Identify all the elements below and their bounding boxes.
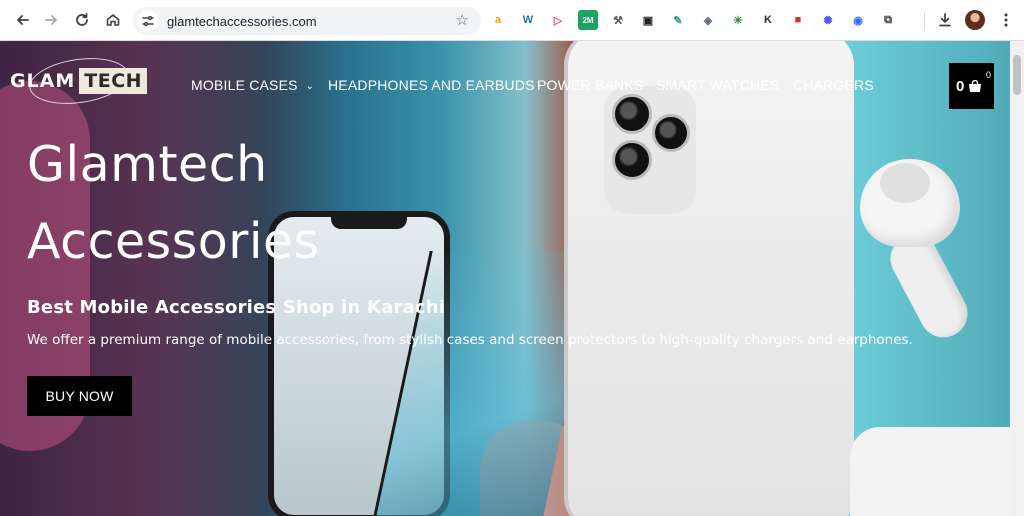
kebab-menu-icon [1004, 13, 1008, 27]
browser-toolbar: glamtechaccessories.com ☆ a W ▷ 2M ⚒ ▣ ✎ ◈ ✳ K ■ ✺ ◉… [0, 0, 1024, 41]
wordpress-icon[interactable]: W [518, 10, 538, 30]
tools-extension-icon[interactable]: ⚒ [608, 10, 628, 30]
download-icon [939, 13, 951, 27]
url-text[interactable]: glamtechaccessories.com [167, 14, 317, 29]
hero-title-line1: Glamtech [27, 136, 268, 193]
profile-avatar[interactable] [965, 10, 985, 30]
hero-description: We offer a premium range of mobile acces… [27, 332, 913, 348]
menu-item-label: MOBILE CASES [191, 77, 298, 93]
contacts-extension-icon[interactable]: ▣ [638, 10, 658, 30]
logo-text-glam: GLAM [9, 70, 76, 92]
menu-item-power-banks[interactable]: POWER BANKS [537, 77, 643, 93]
buy-now-button[interactable]: BUY NOW [27, 376, 132, 416]
menu-item-chargers[interactable]: CHARGERS [793, 77, 874, 93]
badge-extension-icon[interactable]: 2M [578, 10, 598, 30]
home-button[interactable] [99, 6, 127, 34]
site-logo[interactable]: GLAM TECH [10, 52, 148, 110]
arrow-right-icon [45, 15, 57, 25]
shield-extension-icon[interactable]: ◈ [698, 10, 718, 30]
logo-text-tech: TECH [79, 68, 148, 94]
back-button[interactable] [9, 6, 37, 34]
page-viewport: GLAM TECH MOBILE CASES ⌄ HEADPHONES AND E… [0, 41, 1010, 516]
page-scrollbar[interactable] [1010, 41, 1024, 516]
address-bar[interactable]: glamtechaccessories.com ☆ [133, 7, 481, 35]
k-extension-icon[interactable]: K [758, 10, 778, 30]
camera-lens [652, 114, 690, 152]
earbud-tip-image [880, 163, 930, 203]
downloads-button[interactable] [934, 9, 956, 31]
earbud-case-image [850, 427, 1010, 516]
arrow-extension-icon[interactable]: ▷ [548, 10, 568, 30]
hero-title: Glamtech Accessories [27, 126, 627, 280]
extensions-puzzle-icon[interactable]: ⧉ [878, 10, 898, 30]
cart-count-badge: 0 [983, 70, 994, 81]
shopping-bag-icon [969, 79, 982, 92]
scrollbar-thumb[interactable] [1013, 55, 1021, 95]
sparkle-extension-icon[interactable]: ✳ [728, 10, 748, 30]
reload-icon [76, 13, 88, 26]
cart-total: 0 [956, 77, 965, 95]
menu-item-smart-watches[interactable]: SMART WATCHES [656, 77, 779, 93]
arrow-left-icon [17, 15, 29, 25]
tune-icon [142, 15, 154, 27]
hero-subtitle: Best Mobile Accessories Shop in Karachi [27, 297, 446, 318]
home-icon [106, 14, 120, 26]
gear-extension-icon[interactable]: ✺ [818, 10, 838, 30]
chevron-down-icon: ⌄ [305, 81, 315, 92]
site-info-button[interactable] [137, 10, 159, 32]
menu-item-mobile-cases[interactable]: MOBILE CASES ⌄ [191, 77, 314, 93]
hero-title-line2: Accessories [27, 213, 320, 270]
bookmark-star-icon[interactable]: ☆ [456, 13, 469, 29]
forward-button[interactable] [37, 6, 65, 34]
amazon-assistant-icon[interactable]: a [488, 10, 508, 30]
dropper-extension-icon[interactable]: ✎ [668, 10, 688, 30]
menu-item-headphones-and-earbuds[interactable]: HEADPHONES AND EARBUDS [328, 77, 535, 93]
cart-button[interactable]: 0 0 [949, 63, 994, 109]
reload-button[interactable] [68, 6, 96, 34]
screen-recorder-extension-icon[interactable]: ◉ [848, 10, 868, 30]
color-picker-extension-icon[interactable]: ■ [788, 10, 808, 30]
browser-menu-button[interactable] [995, 9, 1017, 31]
toolbar-divider [924, 12, 925, 30]
